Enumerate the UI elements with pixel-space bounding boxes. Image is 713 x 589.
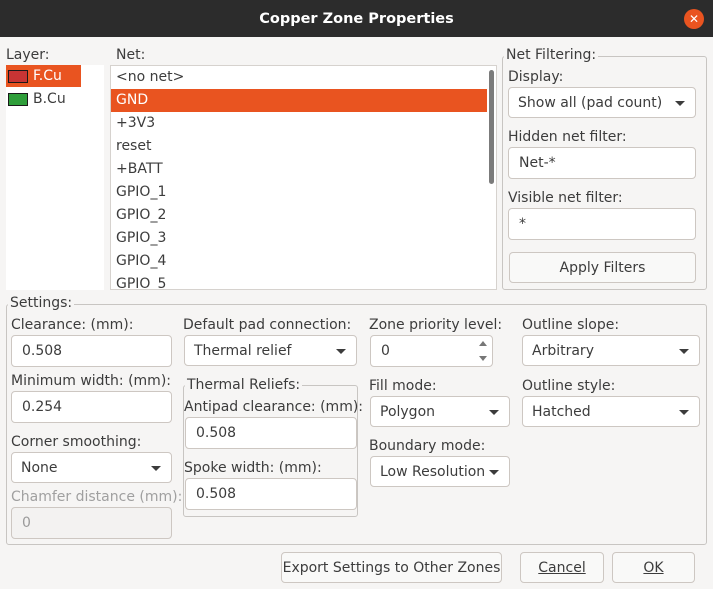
layer-item-bcu[interactable]: B.Cu <box>6 88 81 110</box>
list-item[interactable]: GPIO_1 <box>111 181 487 204</box>
export-settings-label: Export Settings to Other Zones <box>282 559 501 576</box>
display-dropdown[interactable]: Show all (pad count) <box>508 87 696 118</box>
apply-filters-button[interactable]: Apply Filters <box>509 252 696 283</box>
boundary-mode-dropdown[interactable]: Low Resolution <box>370 456 510 487</box>
visible-filter-label: Visible net filter: <box>508 190 623 206</box>
fill-mode-dropdown[interactable]: Polygon <box>370 396 510 427</box>
corner-smoothing-label: Corner smoothing: <box>11 434 142 450</box>
list-item[interactable]: GPIO_4 <box>111 250 487 273</box>
chevron-down-icon <box>489 469 499 475</box>
window-title: Copper Zone Properties <box>259 10 454 27</box>
list-item[interactable]: +3V3 <box>111 112 487 135</box>
close-button[interactable]: ✕ <box>684 9 704 29</box>
corner-smoothing-value: None <box>21 459 58 476</box>
outline-slope-dropdown[interactable]: Arbitrary <box>522 335 700 366</box>
cancel-button[interactable]: Cancel <box>520 552 604 583</box>
chevron-down-icon <box>679 348 689 354</box>
clearance-value: 0.508 <box>22 343 63 359</box>
fill-mode-value: Polygon <box>380 403 436 420</box>
visible-filter-value: * <box>519 216 526 232</box>
list-item[interactable]: GPIO_5 <box>111 273 487 289</box>
chevron-down-icon <box>151 465 161 471</box>
net-list[interactable]: <no net> GND +3V3 reset +BATT GPIO_1 GPI… <box>110 65 497 290</box>
fill-mode-label: Fill mode: <box>369 378 437 394</box>
apply-filters-label: Apply Filters <box>559 259 646 276</box>
layer-item-label: B.Cu <box>33 91 66 107</box>
settings-title: Settings: <box>8 295 75 311</box>
list-item[interactable]: GND <box>111 89 487 112</box>
chamfer-value: 0 <box>22 515 31 531</box>
list-item[interactable]: +BATT <box>111 158 487 181</box>
antipad-input[interactable]: 0.508 <box>185 417 357 449</box>
outline-style-label: Outline style: <box>522 378 616 394</box>
boundary-mode-value: Low Resolution <box>380 463 486 480</box>
spin-down-icon[interactable] <box>479 356 487 361</box>
outline-style-value: Hatched <box>532 403 591 420</box>
pad-connection-label: Default pad connection: <box>183 317 352 333</box>
net-filtering-title: Net Filtering: <box>504 47 599 63</box>
net-label: Net: <box>116 47 146 63</box>
ok-label: OK <box>643 559 664 576</box>
cancel-label: Cancel <box>538 559 586 576</box>
hidden-filter-label: Hidden net filter: <box>508 129 627 145</box>
hidden-filter-input[interactable]: Net-* <box>508 147 696 179</box>
outline-slope-value: Arbitrary <box>532 342 594 359</box>
list-item[interactable]: GPIO_2 <box>111 204 487 227</box>
thermal-reliefs-title: Thermal Reliefs: <box>185 377 303 393</box>
pad-connection-dropdown[interactable]: Thermal relief <box>184 335 357 366</box>
outline-style-dropdown[interactable]: Hatched <box>522 396 700 427</box>
min-width-value: 0.254 <box>22 399 63 415</box>
layer-item-fcu[interactable]: F.Cu <box>6 65 81 87</box>
outline-slope-label: Outline slope: <box>522 317 620 333</box>
list-item[interactable]: reset <box>111 135 487 158</box>
spin-up-icon[interactable] <box>479 341 487 346</box>
clearance-label: Clearance: (mm): <box>11 317 134 333</box>
layer-item-label: F.Cu <box>33 68 62 84</box>
chevron-down-icon <box>489 409 499 415</box>
chevron-down-icon <box>679 409 689 415</box>
min-width-label: Minimum width: (mm): <box>11 373 172 389</box>
boundary-mode-label: Boundary mode: <box>369 438 486 454</box>
display-value: Show all (pad count) <box>518 94 663 111</box>
spoke-width-label: Spoke width: (mm): <box>184 460 322 476</box>
clearance-input[interactable]: 0.508 <box>11 335 172 367</box>
ok-button[interactable]: OK <box>612 552 695 583</box>
priority-spinner[interactable]: 0 <box>370 335 493 367</box>
list-item[interactable]: <no net> <box>111 66 487 89</box>
net-list-scrollbar[interactable] <box>489 70 494 184</box>
priority-label: Zone priority level: <box>369 317 503 333</box>
layer-color-swatch <box>8 92 28 106</box>
chamfer-label: Chamfer distance (mm): <box>11 489 183 505</box>
chevron-down-icon <box>675 100 685 106</box>
antipad-label: Antipad clearance: (mm): <box>184 399 364 415</box>
priority-value: 0 <box>381 343 390 359</box>
antipad-value: 0.508 <box>196 425 237 441</box>
layer-label: Layer: <box>6 47 50 63</box>
min-width-input[interactable]: 0.254 <box>11 391 172 423</box>
chamfer-input: 0 <box>11 507 172 539</box>
spoke-width-input[interactable]: 0.508 <box>185 478 357 510</box>
title-bar: Copper Zone Properties <box>0 0 713 37</box>
chevron-down-icon <box>336 348 346 354</box>
close-icon: ✕ <box>688 12 700 26</box>
visible-filter-input[interactable]: * <box>508 208 696 240</box>
hidden-filter-value: Net-* <box>519 155 556 171</box>
corner-smoothing-dropdown[interactable]: None <box>11 452 172 483</box>
export-settings-button[interactable]: Export Settings to Other Zones <box>281 552 502 583</box>
display-label: Display: <box>508 69 564 85</box>
list-item[interactable]: GPIO_3 <box>111 227 487 250</box>
layer-color-swatch <box>8 69 28 83</box>
pad-connection-value: Thermal relief <box>194 342 292 359</box>
layer-list[interactable]: F.Cu B.Cu <box>6 65 104 290</box>
spoke-width-value: 0.508 <box>196 486 237 502</box>
